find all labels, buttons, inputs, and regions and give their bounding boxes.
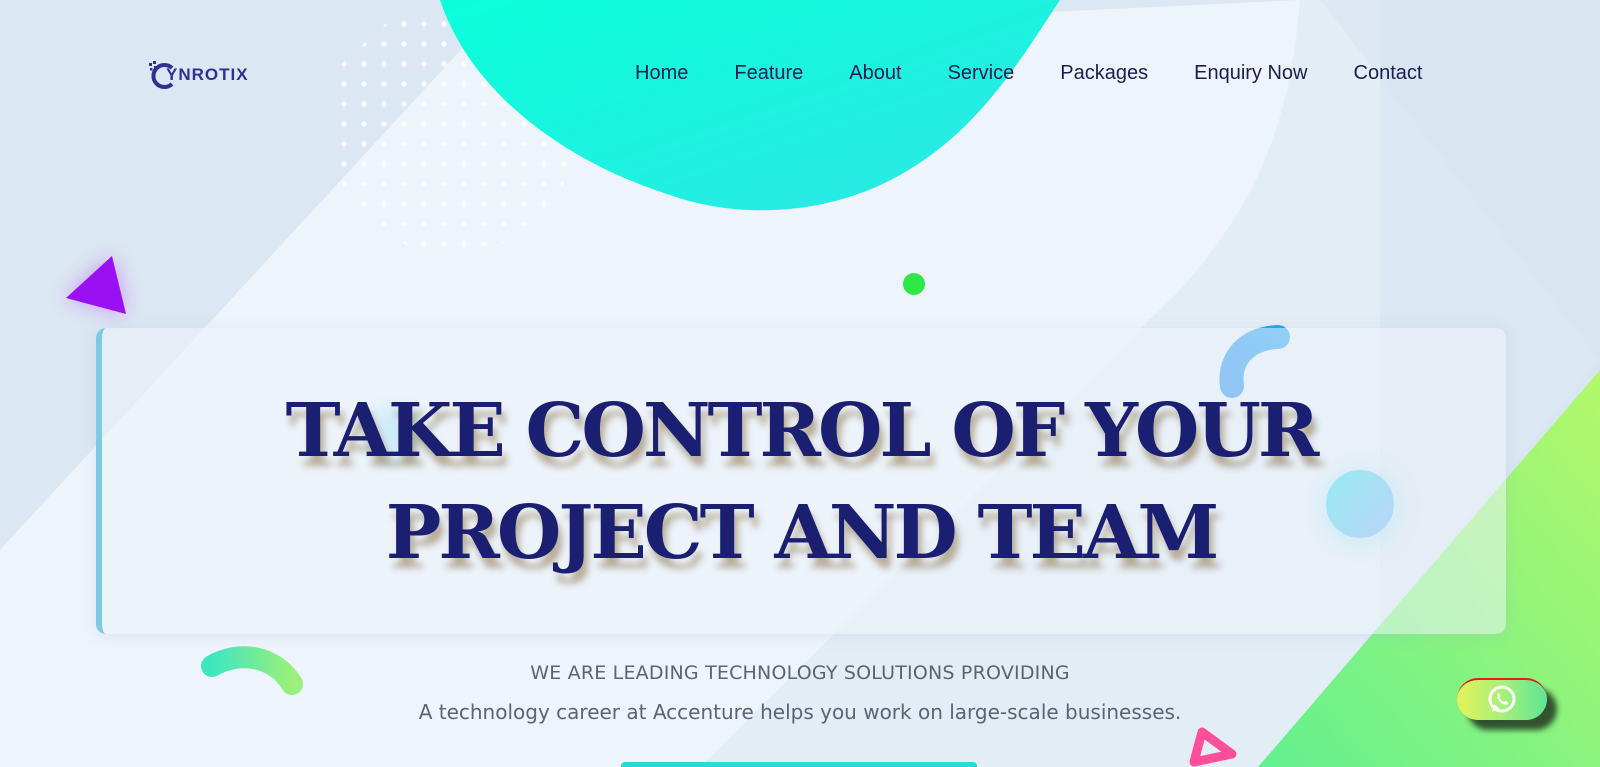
purple-triangle-decoration bbox=[66, 256, 126, 314]
green-dot-decoration bbox=[903, 273, 925, 295]
nav-enquiry-now[interactable]: Enquiry Now bbox=[1194, 62, 1307, 85]
hero-title-line2: PROJECT AND TEAM bbox=[385, 490, 1220, 576]
nav-contact[interactable]: Contact bbox=[1354, 62, 1423, 85]
whatsapp-icon bbox=[1488, 685, 1516, 713]
nav-home[interactable]: Home bbox=[635, 62, 688, 85]
hero-subtitle-lower: A technology career at Accenture helps y… bbox=[418, 700, 1182, 724]
hero-title: TAKE CONTROL OF YOUR PROJECT AND TEAM bbox=[96, 380, 1506, 584]
main-nav: Home Feature About Service Packages Enqu… bbox=[635, 62, 1422, 85]
logo-c-icon bbox=[148, 60, 178, 90]
brand-logo[interactable]: YNROTIX bbox=[148, 58, 249, 92]
nav-service[interactable]: Service bbox=[948, 62, 1015, 85]
nav-about[interactable]: About bbox=[849, 62, 901, 85]
cta-button[interactable] bbox=[621, 762, 977, 767]
whatsapp-button[interactable] bbox=[1457, 678, 1547, 720]
logo-text: YNROTIX bbox=[166, 65, 249, 84]
nav-feature[interactable]: Feature bbox=[734, 62, 803, 85]
nav-packages[interactable]: Packages bbox=[1060, 62, 1148, 85]
hero-title-line1: TAKE CONTROL OF YOUR bbox=[285, 388, 1320, 474]
hero-subtitle-upper: WE ARE LEADING TECHNOLOGY SOLUTIONS PROV… bbox=[530, 662, 1070, 684]
